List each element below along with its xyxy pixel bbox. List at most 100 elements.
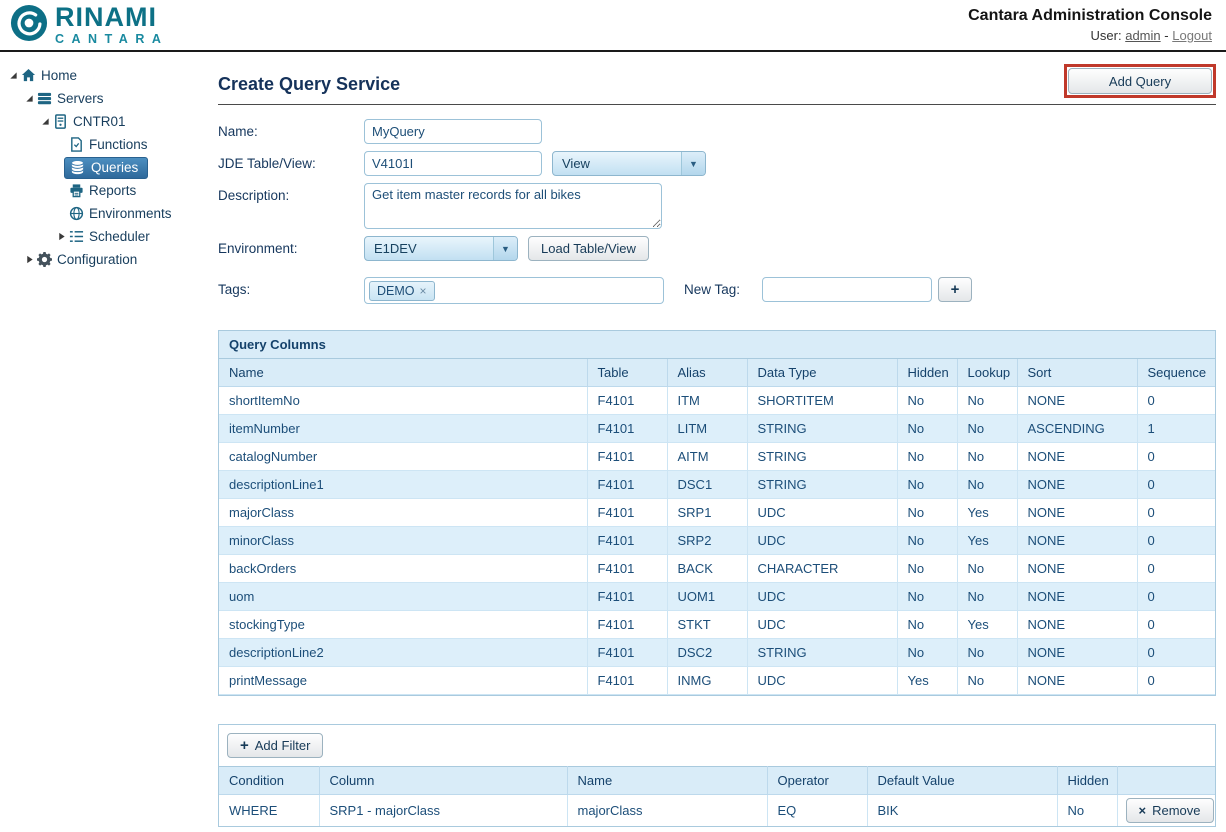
cell-alias: SRP1 (666, 498, 748, 527)
plus-icon: + (950, 281, 960, 298)
filter-row[interactable]: WHERE SRP1 - majorClass majorClass EQ BI… (219, 794, 1215, 826)
cell-table: F4101 (586, 526, 668, 555)
user-link[interactable]: admin (1125, 28, 1160, 43)
cell-hidden: No (1056, 794, 1118, 826)
sidebar-item-reports[interactable]: Reports (0, 179, 218, 202)
cell-alias: STKT (666, 610, 748, 639)
sidebar-item-environments[interactable]: Environments (0, 202, 218, 225)
tags-input[interactable]: DEMO × (364, 277, 664, 304)
user-label: User: (1090, 28, 1122, 43)
logout-link[interactable]: Logout (1172, 28, 1212, 43)
sidebar-item-functions[interactable]: Functions (0, 133, 218, 156)
cell-name: majorClass (566, 794, 768, 826)
table-row[interactable]: itemNumber F4101 LITM STRING No No ASCEN… (219, 414, 1215, 443)
query-columns-body: shortItemNo F4101 ITM SHORTITEM No No NO… (219, 386, 1215, 695)
table-row[interactable]: printMessage F4101 INMG UDC Yes No NONE … (219, 666, 1215, 695)
expand-arrow-icon[interactable] (6, 71, 20, 80)
cell-alias: UOM1 (666, 582, 748, 611)
expand-arrow-icon[interactable] (38, 117, 52, 126)
sidebar-item-cntr01[interactable]: CNTR01 (0, 110, 218, 133)
cell-data-type: SHORTITEM (746, 386, 898, 415)
cell-alias: INMG (666, 666, 748, 695)
table-row[interactable]: catalogNumber F4101 AITM STRING No No NO… (219, 442, 1215, 471)
close-icon: × (1138, 803, 1147, 818)
filters-header-row: Condition Column Name Operator Default V… (219, 766, 1215, 795)
table-row[interactable]: minorClass F4101 SRP2 UDC No Yes NONE 0 (219, 526, 1215, 555)
gear-icon (36, 252, 53, 268)
filter-header-hidden: Hidden (1056, 766, 1118, 795)
table-row[interactable]: descriptionLine1 F4101 DSC1 STRING No No… (219, 470, 1215, 499)
environment-select[interactable]: E1DEV ▼ (364, 236, 518, 261)
name-label: Name: (218, 124, 258, 139)
cell-lookup: No (956, 414, 1018, 443)
add-tag-button[interactable]: + (938, 277, 972, 302)
cell-sort: NONE (1016, 638, 1138, 667)
cell-data-type: CHARACTER (746, 554, 898, 583)
sidebar-item-label: Reports (89, 183, 137, 198)
cell-lookup: No (956, 638, 1018, 667)
sidebar-item-scheduler[interactable]: Scheduler (0, 225, 218, 248)
column-header-name: Name (219, 359, 588, 387)
add-query-highlight: Add Query (1064, 64, 1216, 98)
description-textarea[interactable]: Get item master records for all bikes (364, 183, 662, 229)
add-query-button[interactable]: Add Query (1068, 68, 1212, 94)
app-title: Cantara Administration Console (968, 7, 1212, 24)
cell-table: F4101 (586, 554, 668, 583)
cell-sort: NONE (1016, 526, 1138, 555)
cell-table: F4101 (586, 470, 668, 499)
table-row[interactable]: uom F4101 UOM1 UDC No No NONE 0 (219, 582, 1215, 611)
expand-arrow-icon[interactable] (22, 94, 36, 103)
sidebar-item-label: Environments (89, 206, 172, 221)
filter-header-operator: Operator (766, 766, 868, 795)
sidebar-item-configuration[interactable]: Configuration (0, 248, 218, 271)
queries-icon (69, 160, 86, 176)
table-row[interactable]: stockingType F4101 STKT UDC No Yes NONE … (219, 610, 1215, 639)
cell-data-type: STRING (746, 414, 898, 443)
server-icon (52, 114, 69, 130)
table-row[interactable]: majorClass F4101 SRP1 UDC No Yes NONE 0 (219, 498, 1215, 527)
cell-sort: NONE (1016, 610, 1138, 639)
query-columns-header-row: Name Table Alias Data Type Hidden Lookup… (219, 359, 1215, 387)
cell-hidden: No (896, 442, 958, 471)
jde-table-view-input[interactable] (364, 151, 542, 176)
table-type-select[interactable]: View ▼ (552, 151, 706, 176)
filter-header-default-value: Default Value (866, 766, 1058, 795)
environment-selected-value: E1DEV (374, 241, 417, 256)
collapse-arrow-icon[interactable] (22, 255, 36, 264)
sidebar-item-home[interactable]: Home (0, 64, 218, 87)
cell-sort: ASCENDING (1016, 414, 1138, 443)
remove-filter-button[interactable]: × Remove (1125, 798, 1214, 823)
cell-sequence: 0 (1136, 666, 1215, 695)
cell-sequence: 0 (1136, 442, 1215, 471)
sidebar-item-queries[interactable]: Queries (0, 156, 218, 179)
cell-sequence: 0 (1136, 582, 1215, 611)
table-row[interactable]: descriptionLine2 F4101 DSC2 STRING No No… (219, 638, 1215, 667)
column-header-sort: Sort (1016, 359, 1138, 387)
cell-table: F4101 (586, 666, 668, 695)
table-row[interactable]: shortItemNo F4101 ITM SHORTITEM No No NO… (219, 386, 1215, 415)
cell-hidden: No (896, 498, 958, 527)
cell-name: stockingType (219, 610, 588, 639)
cell-hidden: No (896, 526, 958, 555)
cell-name: catalogNumber (219, 442, 588, 471)
cell-table: F4101 (586, 386, 668, 415)
sidebar-item-servers[interactable]: Servers (0, 87, 218, 110)
collapse-arrow-icon[interactable] (54, 232, 68, 241)
table-type-selected-value: View (562, 156, 590, 171)
column-header-data-type: Data Type (746, 359, 898, 387)
table-row[interactable]: backOrders F4101 BACK CHARACTER No No NO… (219, 554, 1215, 583)
name-input[interactable] (364, 119, 542, 144)
column-header-hidden: Hidden (896, 359, 958, 387)
new-tag-input[interactable] (762, 277, 932, 302)
query-form: Name: JDE Table/View: View ▼ Description… (218, 119, 1216, 304)
sub-brand-text: CANTARA (55, 32, 169, 47)
servers-icon (36, 91, 53, 107)
cell-lookup: No (956, 386, 1018, 415)
add-filter-button[interactable]: + Add Filter (227, 733, 324, 758)
remove-tag-icon[interactable]: × (420, 284, 427, 298)
cell-lookup: No (956, 470, 1018, 499)
environments-icon (68, 206, 85, 222)
filter-header-column: Column (318, 766, 568, 795)
load-table-view-button[interactable]: Load Table/View (528, 236, 649, 261)
functions-icon (68, 137, 85, 153)
